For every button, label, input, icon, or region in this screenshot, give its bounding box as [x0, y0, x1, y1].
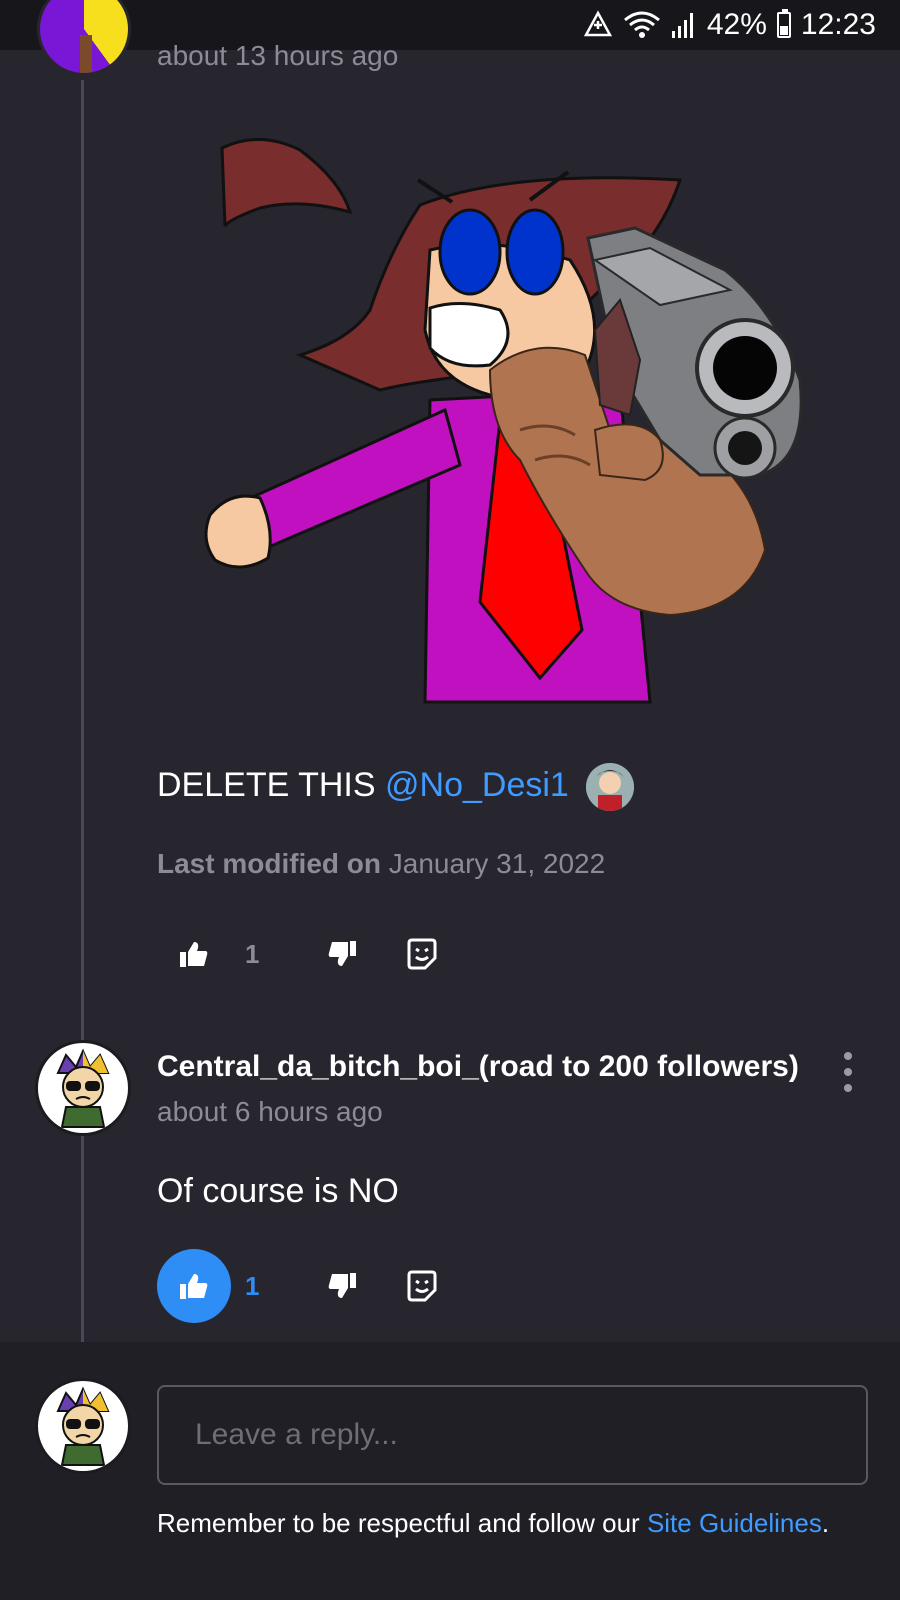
thumbs-down-icon	[328, 941, 356, 966]
clock: 12:23	[800, 8, 876, 41]
comment-timestamp: about 13 hours ago	[157, 40, 399, 71]
comment-actions: 1	[157, 917, 459, 991]
sticker-reaction-icon	[407, 1270, 437, 1302]
sticker-reaction-icon	[407, 938, 437, 970]
battery-icon	[776, 9, 791, 38]
thumbs-up-icon	[180, 942, 208, 967]
current-user-avatar	[35, 1378, 131, 1474]
last-modified-label: Last modified on	[157, 848, 381, 879]
data-saver-icon	[583, 10, 612, 37]
reply-input[interactable]	[157, 1385, 868, 1485]
battery-percent: 42%	[706, 8, 767, 41]
like-count: 1	[245, 1270, 260, 1301]
like-button[interactable]	[157, 917, 231, 991]
comment-actions: 1	[157, 1249, 459, 1323]
post-image[interactable]	[190, 130, 830, 720]
avatar[interactable]	[35, 1040, 131, 1136]
like-button[interactable]	[157, 1249, 231, 1323]
last-modified: Last modified on January 31, 2022	[157, 848, 605, 880]
comment-body: DELETE THIS @No_Desi1	[157, 763, 635, 811]
signal-icon	[671, 13, 693, 38]
guidelines-end: .	[821, 1508, 830, 1538]
comment-text: Of course is NO	[157, 1172, 399, 1210]
mention-avatar[interactable]	[586, 763, 635, 811]
thumbs-up-icon	[180, 1274, 208, 1299]
reaction-button[interactable]	[385, 1249, 459, 1323]
thumbs-down-icon	[328, 1273, 356, 1298]
like-count: 1	[245, 938, 260, 969]
user-mention-link[interactable]: @No_Desi1	[385, 766, 569, 804]
comment-username[interactable]: Central_da_bitch_boi_(road to 200 follow…	[157, 1050, 807, 1084]
wifi-icon	[623, 11, 660, 38]
guidelines-notice: Remember to be respectful and follow our…	[157, 1508, 829, 1539]
avatar[interactable]	[37, 0, 131, 76]
dislike-button[interactable]	[305, 917, 379, 991]
more-options-icon[interactable]	[836, 1052, 860, 1092]
reaction-button[interactable]	[385, 917, 459, 991]
status-bar: 42% 12:23	[0, 0, 900, 50]
last-modified-date: January 31, 2022	[388, 848, 606, 879]
comment-timestamp: about 6 hours ago	[157, 1096, 383, 1127]
site-guidelines-link[interactable]: Site Guidelines	[647, 1508, 822, 1538]
dislike-button[interactable]	[305, 1249, 379, 1323]
thread-line	[81, 80, 84, 1342]
guidelines-text: Remember to be respectful and follow our	[157, 1508, 640, 1538]
comment-text: DELETE THIS	[157, 765, 376, 804]
